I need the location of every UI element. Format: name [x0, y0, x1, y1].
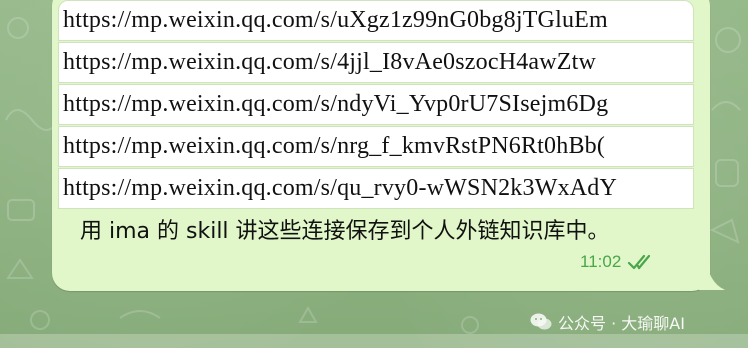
link-url[interactable]: https://mp.weixin.qq.com/s/ndyVi_Yvp0rU7…	[59, 91, 608, 118]
link-list: https://mp.weixin.qq.com/s/uXgz1z99nG0bg…	[58, 0, 694, 210]
link-url[interactable]: https://mp.weixin.qq.com/s/nrg_f_kmvRstP…	[59, 133, 605, 160]
link-item[interactable]: https://mp.weixin.qq.com/s/uXgz1z99nG0bg…	[58, 0, 694, 41]
link-url[interactable]: https://mp.weixin.qq.com/s/qu_rvy0-wWSN2…	[59, 175, 617, 202]
link-item[interactable]: https://mp.weixin.qq.com/s/qu_rvy0-wWSN2…	[58, 168, 694, 209]
wechat-logo-icon	[530, 313, 552, 331]
double-check-read-icon	[627, 253, 657, 271]
watermark-text: 公众号 · 大瑜聊AI	[558, 314, 685, 333]
watermark: 公众号 · 大瑜聊AI	[530, 310, 685, 334]
link-url[interactable]: https://mp.weixin.qq.com/s/4jjl_I8vAe0sz…	[59, 49, 596, 76]
link-url[interactable]: https://mp.weixin.qq.com/s/uXgz1z99nG0bg…	[59, 7, 608, 34]
bubble-tail	[699, 252, 725, 290]
link-item[interactable]: https://mp.weixin.qq.com/s/ndyVi_Yvp0rU7…	[58, 84, 694, 125]
bottom-strip	[0, 334, 748, 348]
link-item[interactable]: https://mp.weixin.qq.com/s/4jjl_I8vAe0sz…	[58, 42, 694, 83]
message-meta: 11:02	[580, 252, 657, 272]
message-time: 11:02	[580, 252, 622, 271]
link-item[interactable]: https://mp.weixin.qq.com/s/nrg_f_kmvRstP…	[58, 126, 694, 167]
message-text: 用 ima 的 skill 讲这些连接保存到个人外链知识库中。	[80, 219, 610, 244]
